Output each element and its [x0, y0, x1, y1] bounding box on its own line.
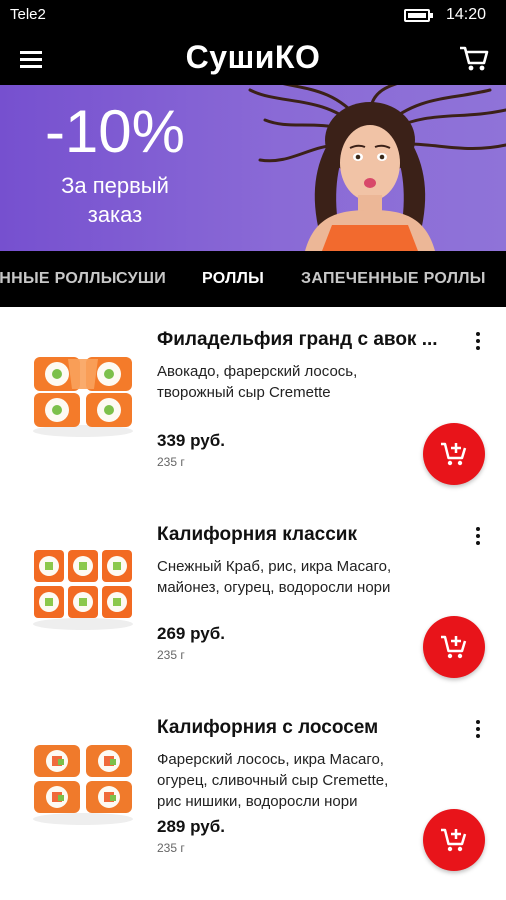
product-description-line: огурец, сливочный сыр Cremette,: [157, 772, 389, 789]
product-description-line: Снежный Краб, рис, икра Масаго,: [157, 558, 392, 575]
product-weight: 235 г: [157, 455, 185, 469]
add-to-cart-icon: [441, 828, 467, 852]
tab-rolls[interactable]: РОЛЛЫ: [202, 270, 264, 288]
carrier-label: Tele2: [10, 6, 46, 23]
product-description: Фарерский лосось, икра Масаго, огурец, с…: [157, 749, 447, 812]
status-bar: Tele2 14:20: [0, 0, 506, 30]
product-description-line: Авокадо, фарерский лосось,: [157, 363, 358, 380]
product-price: 339 руб.: [157, 431, 225, 450]
banner-subtitle-line: заказ: [87, 202, 143, 227]
add-to-cart-button[interactable]: [423, 423, 485, 485]
product-description: Снежный Краб, рис, икра Масаго, майонез,…: [157, 556, 447, 598]
product-price: 269 руб.: [157, 624, 225, 643]
clock: 14:20: [445, 6, 486, 23]
product-weight: 235 г: [157, 648, 185, 662]
app-title: СушиКО: [185, 39, 321, 75]
add-to-cart-icon: [441, 635, 467, 659]
product-card[interactable]: Филадельфия гранд с авок ... Авокадо, фа…: [0, 307, 506, 497]
cart-icon[interactable]: [456, 42, 492, 74]
add-to-cart-button[interactable]: [423, 809, 485, 871]
product-image: [33, 357, 133, 437]
product-name: Филадельфия гранд с авок ...: [157, 329, 438, 350]
more-vert-icon[interactable]: [466, 524, 490, 550]
product-description-line: творожный сыр Cremette: [157, 384, 331, 401]
product-name: Калифорния с лососем: [157, 717, 379, 738]
more-vert-icon[interactable]: [466, 329, 490, 355]
product-description-line: майонез, огурец, водоросли нори: [157, 579, 391, 596]
banner-subtitle: За первый заказ: [20, 171, 210, 229]
app-bar: СушиКО: [0, 30, 506, 85]
product-image: [33, 550, 133, 630]
product-price: 289 руб.: [157, 817, 225, 836]
banner-discount: -10%: [44, 98, 186, 165]
promo-banner[interactable]: -10% За первый заказ: [0, 85, 506, 251]
tab-baked-rolls[interactable]: ЗАПЕЧЕННЫЕ РОЛЛЫ: [301, 270, 486, 288]
battery-icon: [404, 9, 433, 22]
product-list: Филадельфия гранд с авок ... Авокадо, фа…: [0, 307, 506, 900]
product-weight: 235 г: [157, 841, 185, 855]
product-card[interactable]: Калифорния классик Снежный Краб, рис, ик…: [0, 502, 506, 692]
product-name: Калифорния классик: [157, 524, 357, 545]
add-to-cart-button[interactable]: [423, 616, 485, 678]
category-tabs: ЗАПЕЧЕННЫЕ РОЛЛЫ СУШИ РОЛЛЫ ЗАПЕЧЕННЫЕ Р…: [0, 251, 506, 307]
tab-sushi[interactable]: СУШИ: [116, 270, 166, 288]
add-to-cart-icon: [441, 442, 467, 466]
product-card[interactable]: Калифорния с лососем Фарерский лосось, и…: [0, 695, 506, 900]
more-vert-icon[interactable]: [466, 717, 490, 743]
product-description-line: Фарерский лосось, икра Масаго,: [157, 751, 384, 768]
product-description: Авокадо, фарерский лосось, творожный сыр…: [157, 361, 447, 403]
hamburger-menu-icon[interactable]: [12, 42, 52, 74]
tab-baked-rolls-partial[interactable]: ЗАПЕЧЕННЫЕ РОЛЛЫ: [0, 270, 117, 288]
banner-model-image: [248, 85, 506, 251]
banner-subtitle-line: За первый: [61, 173, 169, 198]
product-image: [33, 745, 133, 825]
product-description-line: рис нишики, водоросли нори: [157, 793, 358, 810]
